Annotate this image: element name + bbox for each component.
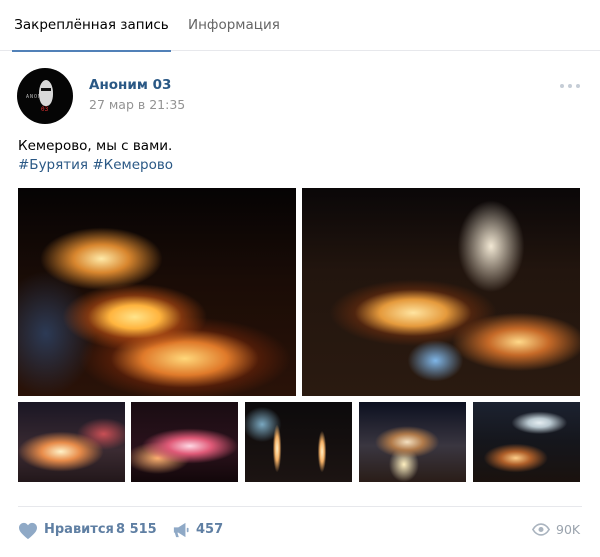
tab-information-label: Информация	[188, 17, 280, 33]
post-hashtags: #Бурятия #Кемерово	[18, 157, 173, 173]
like-count: 8 515	[116, 522, 157, 537]
post-photo[interactable]	[302, 188, 580, 396]
hashtag-link[interactable]: #Бурятия	[18, 157, 88, 173]
post-date[interactable]: 27 мар в 21:35	[89, 97, 185, 112]
post-photo[interactable]	[473, 402, 580, 482]
eye-icon	[532, 523, 550, 536]
post-photo[interactable]	[359, 402, 466, 482]
tab-pinned-post-label: Закреплённая запись	[14, 17, 169, 33]
views-count: 90K	[556, 522, 581, 537]
heart-icon	[19, 522, 37, 540]
post-photo[interactable]	[18, 188, 296, 396]
avatar-text-bottom: 03	[41, 106, 49, 113]
post-photo[interactable]	[18, 402, 125, 482]
dot-icon	[568, 84, 572, 88]
post-text: Кемерово, мы с вами.	[18, 138, 173, 154]
tab-bar: Закреплённая запись Информация	[0, 0, 600, 52]
active-tab-underline	[12, 50, 171, 52]
tab-information[interactable]: Информация	[188, 0, 280, 51]
dot-icon	[576, 84, 580, 88]
dot-icon	[560, 84, 564, 88]
post-photo[interactable]	[245, 402, 352, 482]
footer-divider	[18, 506, 582, 507]
more-options-button[interactable]	[560, 80, 582, 92]
share-count: 457	[196, 522, 224, 537]
post-photo[interactable]	[131, 402, 238, 482]
post-author[interactable]: Аноним 03	[89, 77, 171, 93]
hashtag-link[interactable]: #Кемерово	[92, 157, 173, 173]
tab-pinned-post[interactable]: Закреплённая запись	[12, 0, 171, 52]
like-label: Нравится	[44, 522, 114, 537]
avatar[interactable]: ANONIM 03	[17, 68, 73, 124]
mask-icon	[39, 80, 53, 106]
megaphone-icon	[173, 522, 189, 538]
